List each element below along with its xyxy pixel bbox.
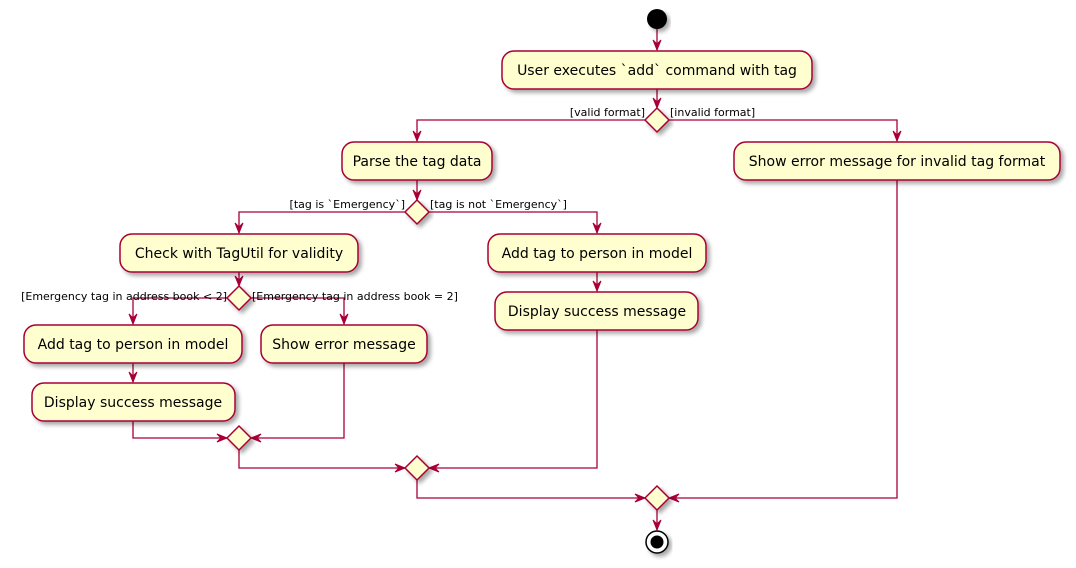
guard-label-right: [Emergency tag in address book = 2]	[252, 290, 458, 303]
decision-d1: [valid format] [invalid format]	[570, 106, 755, 134]
guard-label-left: [valid format]	[570, 106, 645, 119]
guard-label-left: [Emergency tag in address book < 2]	[21, 290, 227, 303]
action-label: Display success message	[44, 395, 222, 411]
merge-diamond-icon	[225, 424, 253, 452]
edge-d1-to-a3	[669, 119, 898, 141]
action-label: Check with TagUtil for validity	[135, 246, 343, 262]
action-a4: Check with TagUtil for validity	[119, 233, 359, 273]
action-a1: User executes `add` command with tag	[501, 50, 813, 90]
edge-a6-to-m2	[429, 330, 598, 469]
merge-m2	[403, 454, 431, 482]
edge-d2-to-a4	[238, 211, 405, 233]
end-circle-inner-icon	[650, 535, 664, 549]
action-label: Parse the tag data	[353, 154, 482, 170]
action-label: Display success message	[508, 304, 686, 320]
action-label: Add tag to person in model	[38, 337, 229, 353]
guard-label-right: [invalid format]	[670, 106, 755, 119]
action-a2: Parse the tag data	[341, 141, 493, 181]
start-circle-icon	[647, 9, 667, 29]
end-node	[645, 530, 669, 554]
decision-d2: [tag is `Emergency`] [tag is not `Emerge…	[290, 198, 567, 226]
start-node	[647, 9, 667, 29]
action-a5: Add tag to person in model	[487, 233, 707, 273]
action-label: User executes `add` command with tag	[517, 63, 797, 79]
edge-a3-to-m3	[669, 180, 898, 499]
action-a3: Show error message for invalid tag forma…	[733, 141, 1061, 181]
decision-d3: [Emergency tag in address book < 2] [Eme…	[21, 284, 458, 312]
action-a7: Add tag to person in model	[23, 324, 243, 364]
edge-a9-to-m1	[132, 421, 227, 439]
arrowheads	[128, 39, 902, 532]
edges	[132, 29, 898, 530]
merge-diamond-icon	[643, 484, 671, 512]
action-label: Show error message	[272, 337, 416, 353]
guard-label-left: [tag is `Emergency`]	[290, 198, 405, 211]
decision-diamond-icon	[403, 198, 431, 226]
edge-m1-to-m2	[238, 450, 405, 469]
action-a9: Display success message	[31, 382, 236, 422]
merge-m1	[225, 424, 253, 452]
action-label: Add tag to person in model	[502, 246, 693, 262]
edge-d2-to-a5	[429, 211, 598, 233]
merge-diamond-icon	[403, 454, 431, 482]
activity-diagram: User executes `add` command with tag Par…	[21, 9, 1061, 554]
action-a8: Show error message	[260, 324, 428, 364]
decision-diamond-icon	[643, 106, 671, 134]
edge-m2-to-m3	[416, 480, 645, 499]
action-a6: Display success message	[494, 291, 699, 331]
guard-label-right: [tag is not `Emergency`]	[430, 198, 567, 211]
edge-a8-to-m1	[251, 363, 345, 439]
merge-m3	[643, 484, 671, 512]
action-label: Show error message for invalid tag forma…	[749, 154, 1046, 170]
edge-d1-to-a2	[416, 119, 645, 141]
decision-diamond-icon	[225, 284, 253, 312]
